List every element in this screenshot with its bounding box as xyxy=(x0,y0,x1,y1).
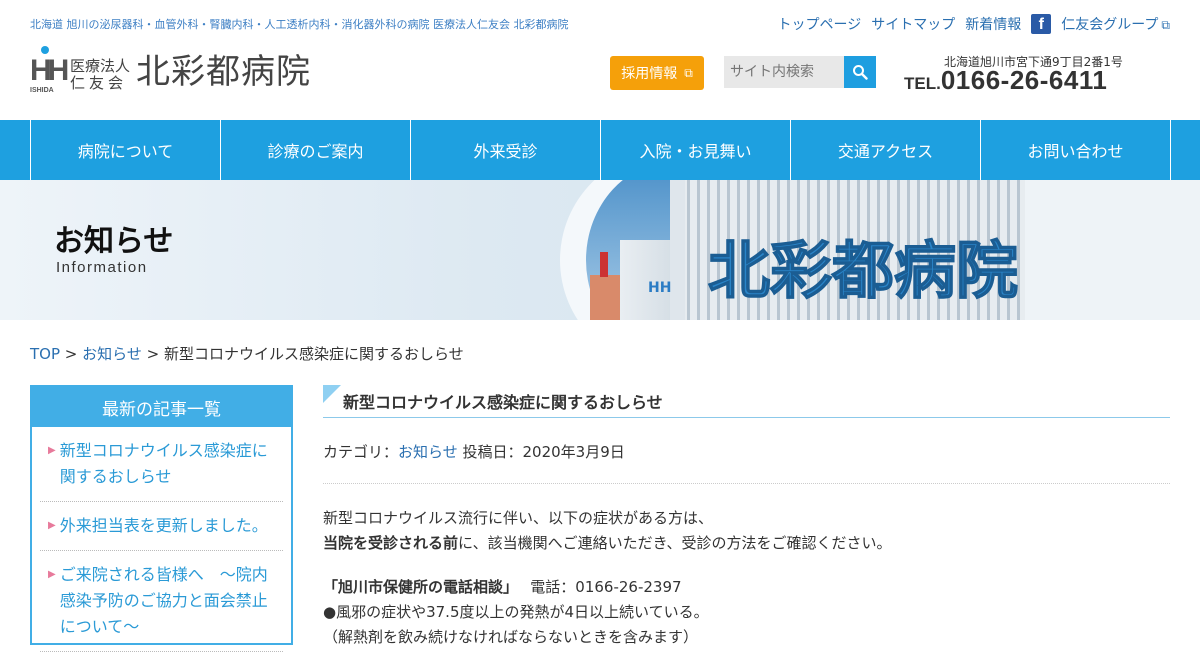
nav-item-access[interactable]: 交通アクセス xyxy=(791,120,981,180)
logo-mark-icon: HH ISHIDA xyxy=(30,46,69,94)
symptom-item: ●風邪の症状や37.5度以上の発熱が4日以上続いている。 xyxy=(323,603,709,621)
sidebar-post-link[interactable]: ▶ ご来院される皆様へ ～院内感染予防のご協力と面会禁止について～ xyxy=(40,551,283,652)
article-meta: カテゴリ：お知らせ 投稿日：2020年3月9日 xyxy=(323,441,1170,484)
facebook-icon[interactable]: f xyxy=(1031,14,1052,34)
external-link-icon: ⧉ xyxy=(1161,18,1170,32)
symptom-note: （解熱剤を飲み続けなければならないときを含みます） xyxy=(323,628,699,646)
top-links: トップページ サイトマップ 新着情報 f 仁友会グループ ⧉ xyxy=(778,14,1170,34)
contact-name: 「旭川市保健所の電話相談」 xyxy=(323,578,511,596)
breadcrumb-separator: > xyxy=(64,345,78,363)
nav-item-outpatient[interactable]: 外来受診 xyxy=(411,120,601,180)
article-intro: 新型コロナウイルス流行に伴い、以下の症状がある方は、 xyxy=(323,509,714,527)
breadcrumb-current: 新型コロナウイルス感染症に関するおしらせ xyxy=(164,345,464,363)
page-banner: お知らせ Information HH 北彩都病院 xyxy=(0,180,1200,320)
sidebar-post-link[interactable]: ▶ 外来担当表を更新しました。 xyxy=(40,502,283,551)
triangle-bullet-icon: ▶ xyxy=(48,569,56,580)
external-link-icon: ⧉ xyxy=(684,65,693,80)
top-link-news[interactable]: 新着情報 xyxy=(965,14,1021,34)
sidebar-heading: 最新の記事一覧 xyxy=(32,387,291,427)
hospital-phone[interactable]: TEL.0166-26-6411 xyxy=(904,65,1107,96)
logo-corporation: 医療法人 仁友会 xyxy=(70,57,131,92)
banner-subtitle: Information xyxy=(56,259,148,276)
nav-item-contact[interactable]: お問い合わせ xyxy=(981,120,1171,180)
contact-phone: 電話：0166-26-2397 xyxy=(530,578,682,596)
search-icon xyxy=(853,65,868,80)
article-title: 新型コロナウイルス感染症に関するおしらせ xyxy=(323,385,1170,418)
search-input[interactable] xyxy=(724,56,844,88)
breadcrumb-separator: > xyxy=(146,345,160,363)
contact-line: 「旭川市保健所の電話相談」 電話：0166-26-2397 xyxy=(323,575,1170,600)
search-button[interactable] xyxy=(844,56,876,88)
hospital-building-image: HH 北彩都病院 xyxy=(560,180,1200,320)
global-nav: 病院について 診療のご案内 外来受診 入院・お見舞い 交通アクセス お問い合わせ xyxy=(0,120,1200,180)
nav-item-about[interactable]: 病院について xyxy=(31,120,221,180)
title-corner-decoration xyxy=(323,385,341,403)
building-sign-text: 北彩都病院 xyxy=(708,234,1018,307)
article-category-link[interactable]: お知らせ xyxy=(398,443,458,461)
sidebar-post-link[interactable]: ▶ 新型コロナウイルス感染症に関するおしらせ xyxy=(40,427,283,502)
recruit-button[interactable]: 採用情報 ⧉ xyxy=(610,56,704,90)
recent-posts-sidebar: 最新の記事一覧 ▶ 新型コロナウイルス感染症に関するおしらせ ▶ 外来担当表を更新し… xyxy=(30,385,293,652)
site-search xyxy=(724,56,876,88)
logo-hospital-name: 北彩都病院 xyxy=(136,52,312,92)
top-link-sitemap[interactable]: サイトマップ xyxy=(871,14,955,34)
article: 新型コロナウイルス感染症に関するおしらせ カテゴリ：お知らせ 投稿日：2020年… xyxy=(323,385,1170,650)
triangle-bullet-icon: ▶ xyxy=(48,445,56,456)
nav-item-services[interactable]: 診療のご案内 xyxy=(221,120,411,180)
banner-title: お知らせ xyxy=(54,224,174,259)
hospital-logo[interactable]: HH ISHIDA 医療法人 仁友会 北彩都病院 xyxy=(30,46,312,94)
breadcrumb: TOP > お知らせ > 新型コロナウイルス感染症に関するおしらせ xyxy=(30,343,464,364)
triangle-bullet-icon: ▶ xyxy=(48,520,56,531)
breadcrumb-section[interactable]: お知らせ xyxy=(82,345,142,363)
nav-item-inpatient[interactable]: 入院・お見舞い xyxy=(601,120,791,180)
breadcrumb-top[interactable]: TOP xyxy=(30,345,60,363)
article-instruction: 当院を受診される前に、該当機関へご連絡いただき、受診の方法をご確認ください。 xyxy=(323,534,892,552)
top-link-group[interactable]: 仁友会グループ ⧉ xyxy=(1061,14,1170,34)
article-body: 新型コロナウイルス流行に伴い、以下の症状がある方は、 当院を受診される前に、該当… xyxy=(323,506,1170,650)
site-tagline: 北海道 旭川の泌尿器科・血管外科・腎臓内科・人工透析内科・消化器外科の病院 医療… xyxy=(30,18,569,31)
top-link-home[interactable]: トップページ xyxy=(778,14,862,34)
svg-text:HH: HH xyxy=(648,280,671,296)
article-date: 投稿日：2020年3月9日 xyxy=(462,443,625,461)
